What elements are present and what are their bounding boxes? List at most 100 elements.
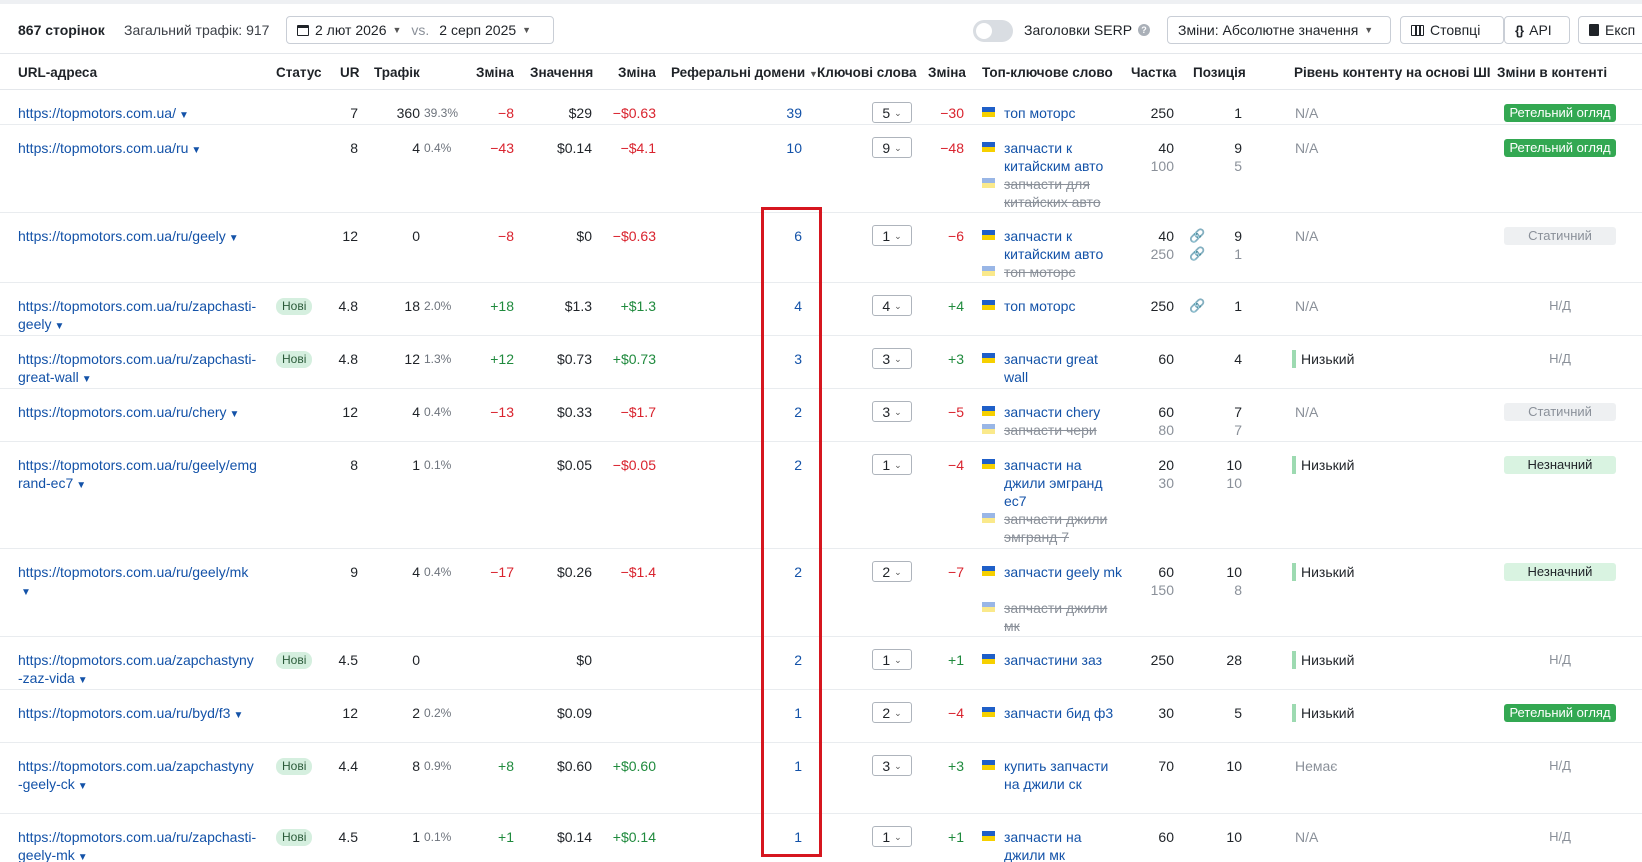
url-dropdown-icon[interactable]: ▼ — [76, 480, 86, 491]
top-keyword-link[interactable]: купить запчасти на джили ск — [1004, 757, 1122, 793]
ref-domains-link[interactable]: 3 — [760, 350, 802, 368]
link-icon[interactable]: 🔗 — [1189, 245, 1205, 263]
url-text[interactable]: https://topmotors.com.ua/ — [18, 105, 176, 121]
col-share[interactable]: Частка — [1131, 65, 1176, 80]
changes-mode-dropdown[interactable]: Зміни: Абсолютне значення ▼ — [1167, 16, 1391, 44]
col-position[interactable]: Позиція — [1193, 65, 1246, 80]
page-url-link[interactable]: https://topmotors.com.ua/ru/byd/f3 ▼ — [18, 704, 258, 725]
url-dropdown-icon[interactable]: ▼ — [179, 110, 189, 121]
page-url-link[interactable]: https://topmotors.com.ua/ru/geely/emgran… — [18, 456, 258, 495]
col-ref-domains[interactable]: Реферальні домени ▼ — [671, 65, 818, 80]
top-keyword-link[interactable]: запчасти бид ф3 — [1004, 704, 1122, 722]
columns-button[interactable]: Стовпці — [1400, 16, 1504, 44]
url-dropdown-icon[interactable]: ▼ — [78, 852, 88, 862]
top-keyword-link[interactable]: запчасти geely mk — [1004, 563, 1122, 581]
url-text[interactable]: https://topmotors.com.ua/zapchastyny-gee… — [18, 758, 254, 792]
top-keyword-link[interactable]: запчасти к китайским авто — [1004, 139, 1122, 175]
api-button[interactable]: {} API — [1504, 16, 1570, 44]
col-keywords[interactable]: Ключові слова — [817, 65, 917, 80]
url-dropdown-icon[interactable]: ▼ — [82, 374, 92, 385]
ref-domains-link[interactable]: 1 — [760, 828, 802, 846]
link-icon[interactable]: 🔗 — [1189, 297, 1205, 315]
url-dropdown-icon[interactable]: ▼ — [230, 409, 240, 420]
page-url-link[interactable]: https://topmotors.com.ua/ru/zapchasti-gr… — [18, 350, 258, 389]
top-keyword-link[interactable]: топ моторс — [1004, 104, 1122, 122]
page-url-link[interactable]: https://topmotors.com.ua/ru/chery ▼ — [18, 403, 258, 424]
keywords-dropdown[interactable]: 3 ⌄ — [872, 348, 912, 369]
top-keyword-link[interactable]: запчасти на джили эмгранд ec7 — [1004, 456, 1122, 510]
url-text[interactable]: https://topmotors.com.ua/ru/geely/mk — [18, 564, 248, 580]
url-text[interactable]: https://topmotors.com.ua/ru/byd/f3 — [18, 705, 230, 721]
top-keyword-link[interactable]: запчастини заз — [1004, 651, 1122, 669]
col-value[interactable]: Значення — [530, 65, 593, 80]
keywords-dropdown[interactable]: 1 ⌄ — [872, 649, 912, 670]
ref-domains-link[interactable]: 2 — [760, 563, 802, 581]
top-keyword-link[interactable]: запчасти great wall — [1004, 350, 1122, 386]
url-dropdown-icon[interactable]: ▼ — [233, 710, 243, 721]
url-text[interactable]: https://topmotors.com.ua/zapchastyny-zaz… — [18, 652, 254, 686]
url-dropdown-icon[interactable]: ▼ — [78, 675, 88, 686]
keywords-dropdown[interactable]: 1 ⌄ — [872, 826, 912, 847]
col-ur[interactable]: UR — [340, 65, 360, 80]
page-url-link[interactable]: https://topmotors.com.ua/ru/zapchasti-ge… — [18, 297, 258, 336]
col-top-keyword[interactable]: Топ-ключове слово — [982, 65, 1113, 80]
columns-icon — [1411, 24, 1424, 36]
top-keyword-link[interactable]: запчасти chery — [1004, 403, 1122, 421]
ref-domains-link[interactable]: 1 — [760, 757, 802, 775]
col-value-change[interactable]: Зміна — [618, 65, 656, 80]
ref-domains-link[interactable]: 10 — [760, 139, 802, 157]
link-icon[interactable]: 🔗 — [1189, 227, 1205, 245]
col-content-changes[interactable]: Зміни в контенті — [1497, 65, 1607, 80]
keywords-dropdown[interactable]: 9 ⌄ — [872, 137, 912, 158]
url-text[interactable]: https://topmotors.com.ua/ru/chery — [18, 404, 227, 420]
traffic-change: −8 — [498, 228, 514, 244]
keywords-dropdown[interactable]: 2 ⌄ — [872, 561, 912, 582]
top-keyword-link[interactable]: запчасти на джили мк — [1004, 828, 1122, 862]
ref-domains-link[interactable]: 39 — [760, 104, 802, 122]
url-text[interactable]: https://topmotors.com.ua/ru/zapchasti-gr… — [18, 351, 256, 385]
url-text[interactable]: https://topmotors.com.ua/ru/zapchasti-ge… — [18, 829, 256, 862]
page-url-link[interactable]: https://topmotors.com.ua/zapchastyny-gee… — [18, 757, 258, 796]
url-dropdown-icon[interactable]: ▼ — [229, 233, 239, 244]
url-text[interactable]: https://topmotors.com.ua/ru/geely/emgran… — [18, 457, 257, 491]
ref-domains-link[interactable]: 2 — [760, 456, 802, 474]
col-status[interactable]: Статус — [276, 65, 322, 80]
page-url-link[interactable]: https://topmotors.com.ua/ru/geely/mk ▼ — [18, 563, 258, 602]
page-url-link[interactable]: https://topmotors.com.ua/▼ — [18, 104, 258, 125]
ref-domains-link[interactable]: 2 — [760, 403, 802, 421]
url-text[interactable]: https://topmotors.com.ua/ru/geely — [18, 228, 226, 244]
url-dropdown-icon[interactable]: ▼ — [78, 781, 88, 792]
date-compare-button[interactable]: 2 лют 2026 ▼ vs. 2 серп 2025 ▼ — [286, 16, 554, 44]
top-keyword-link[interactable]: запчасти к китайским авто — [1004, 227, 1122, 263]
col-traffic[interactable]: Трафік — [374, 65, 420, 80]
keywords-dropdown[interactable]: 5 ⌄ — [872, 102, 912, 123]
ref-domains-link[interactable]: 2 — [760, 651, 802, 669]
table-row: https://topmotors.com.ua/ru/chery ▼ 12 4 0.4… — [0, 389, 1642, 442]
keywords-dropdown[interactable]: 1 ⌄ — [872, 225, 912, 246]
col-url[interactable]: URL-адреса — [18, 65, 97, 80]
ref-domains-link[interactable]: 4 — [760, 297, 802, 315]
url-dropdown-icon[interactable]: ▼ — [54, 321, 64, 332]
url-text[interactable]: https://topmotors.com.ua/ru — [18, 140, 188, 156]
col-traffic-change[interactable]: Зміна — [476, 65, 514, 80]
help-icon[interactable]: ? — [1138, 24, 1151, 36]
keywords-dropdown[interactable]: 2 ⌄ — [872, 702, 912, 723]
keywords-dropdown[interactable]: 3 ⌄ — [872, 755, 912, 776]
page-url-link[interactable]: https://topmotors.com.ua/ru ▼ — [18, 139, 258, 160]
url-dropdown-icon[interactable]: ▼ — [21, 587, 31, 598]
page-url-link[interactable]: https://topmotors.com.ua/zapchastyny-zaz… — [18, 651, 258, 690]
ref-domains-link[interactable]: 1 — [760, 704, 802, 722]
col-ai-content[interactable]: Рівень контенту на основі ШІ — [1294, 65, 1491, 80]
page-url-link[interactable]: https://topmotors.com.ua/ru/zapchasti-ge… — [18, 828, 258, 862]
ref-domains-link[interactable]: 6 — [760, 227, 802, 245]
keywords-dropdown[interactable]: 3 ⌄ — [872, 401, 912, 422]
serp-titles-toggle[interactable] — [973, 20, 1013, 42]
keywords-dropdown[interactable]: 4 ⌄ — [872, 295, 912, 316]
col-kw-change[interactable]: Зміна — [928, 65, 966, 80]
top-keyword-link[interactable]: топ моторс — [1004, 297, 1122, 315]
previous-share: 30 — [1158, 475, 1174, 491]
url-dropdown-icon[interactable]: ▼ — [191, 145, 201, 156]
export-button[interactable]: Експ — [1578, 16, 1642, 44]
page-url-link[interactable]: https://topmotors.com.ua/ru/geely ▼ — [18, 227, 258, 248]
keywords-dropdown[interactable]: 1 ⌄ — [872, 454, 912, 475]
